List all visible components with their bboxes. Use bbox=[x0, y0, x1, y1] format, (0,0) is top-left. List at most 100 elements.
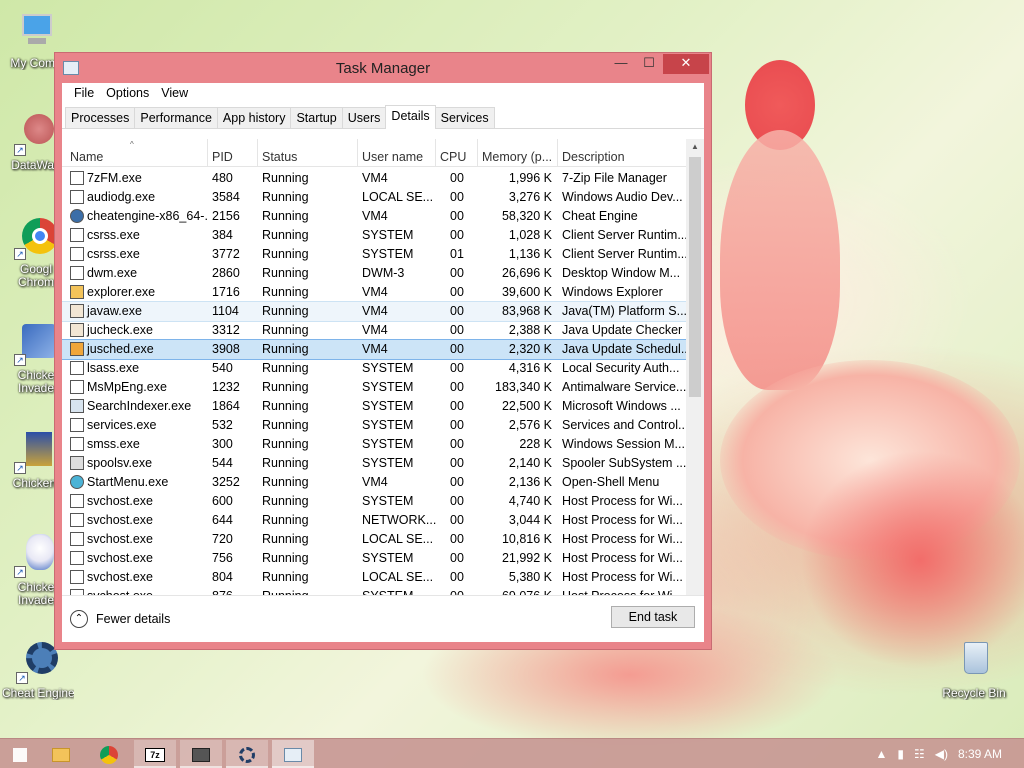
process-name: 7zFM.exe bbox=[87, 171, 142, 185]
close-button[interactable]: ✕ bbox=[663, 54, 709, 74]
cell-status: Running bbox=[262, 513, 309, 527]
table-row[interactable]: cheatengine-x86_64-... 2156 Running VM4 00 58… bbox=[62, 207, 686, 226]
task-manager-icon bbox=[284, 748, 302, 763]
scrollbar-thumb[interactable] bbox=[689, 157, 701, 397]
cell-user: SYSTEM bbox=[362, 418, 414, 432]
table-row[interactable]: svchost.exe 804 Running LOCAL SE... 00 5,380 … bbox=[62, 568, 686, 587]
taskbar-file-explorer[interactable] bbox=[40, 740, 82, 768]
table-row[interactable]: svchost.exe 756 Running SYSTEM 00 21,992 K Hos… bbox=[62, 549, 686, 568]
column-header-name[interactable]: Name bbox=[66, 139, 208, 167]
cell-user: VM4 bbox=[362, 209, 388, 223]
column-header-pid[interactable]: PID bbox=[208, 139, 258, 167]
start-button[interactable] bbox=[2, 740, 38, 768]
taskbar-7zip[interactable]: 7z bbox=[134, 740, 176, 768]
table-row[interactable]: csrss.exe 3772 Running SYSTEM 01 1,136 K Clien… bbox=[62, 245, 686, 264]
cell-name: explorer.exe bbox=[66, 283, 208, 302]
tab-bar: Processes Performance App history Startu… bbox=[62, 105, 704, 129]
cell-pid: 300 bbox=[212, 437, 233, 451]
table-row[interactable]: dwm.exe 2860 Running DWM-3 00 26,696 K Desktop… bbox=[62, 264, 686, 283]
taskbar-task-manager[interactable] bbox=[272, 740, 314, 768]
table-row[interactable]: jusched.exe 3908 Running VM4 00 2,320 K Java U… bbox=[62, 339, 686, 360]
taskbar-chrome[interactable] bbox=[88, 740, 130, 768]
cell-status: Running bbox=[262, 285, 309, 299]
tab-users[interactable]: Users bbox=[341, 107, 387, 128]
cell-pid: 3908 bbox=[212, 342, 240, 356]
shortcut-arrow-icon: ↗ bbox=[14, 566, 26, 578]
cell-status: Running bbox=[262, 570, 309, 584]
menu-file[interactable]: File bbox=[68, 83, 100, 105]
title-bar[interactable]: Task Manager — ☐ ✕ bbox=[55, 53, 711, 83]
cell-name: svchost.exe bbox=[66, 549, 208, 568]
volume-icon[interactable]: ◀) bbox=[935, 747, 948, 761]
table-row[interactable]: SearchIndexer.exe 1864 Running SYSTEM 00 22,5… bbox=[62, 397, 686, 416]
table-row[interactable]: lsass.exe 540 Running SYSTEM 00 4,316 K Local … bbox=[62, 359, 686, 378]
cell-user: VM4 bbox=[362, 323, 388, 337]
process-icon bbox=[70, 551, 84, 565]
table-row[interactable]: audiodg.exe 3584 Running LOCAL SE... 00 3,276… bbox=[62, 188, 686, 207]
table-row[interactable]: spoolsv.exe 544 Running SYSTEM 00 2,140 K Spoo… bbox=[62, 454, 686, 473]
wallpaper-flower-petal bbox=[800, 450, 1024, 670]
table-row[interactable]: services.exe 532 Running SYSTEM 00 2,576 K Ser… bbox=[62, 416, 686, 435]
tab-performance[interactable]: Performance bbox=[134, 107, 218, 128]
table-row[interactable]: svchost.exe 600 Running SYSTEM 00 4,740 K Host… bbox=[62, 492, 686, 511]
menu-view[interactable]: View bbox=[155, 83, 194, 105]
clock[interactable]: 8:39 AM bbox=[958, 747, 1002, 761]
cell-desc: Java(TM) Platform S... bbox=[562, 304, 686, 318]
cell-name: svchost.exe bbox=[66, 511, 208, 530]
process-name: svchost.exe bbox=[87, 494, 154, 508]
footer-bar: ⌃ Fewer details End task bbox=[62, 595, 704, 642]
table-row[interactable]: StartMenu.exe 3252 Running VM4 00 2,136 K Open… bbox=[62, 473, 686, 492]
taskbar-cheat-engine[interactable] bbox=[226, 740, 268, 768]
cell-desc: Antimalware Service... bbox=[562, 380, 686, 394]
tab-app-history[interactable]: App history bbox=[216, 107, 292, 128]
cell-pid: 384 bbox=[212, 228, 233, 242]
cell-name: spoolsv.exe bbox=[66, 454, 208, 473]
table-row[interactable]: MsMpEng.exe 1232 Running SYSTEM 00 183,340 K A… bbox=[62, 378, 686, 397]
show-hidden-icons-icon[interactable]: ▲ bbox=[875, 747, 887, 761]
desktop-icon-recycle-bin[interactable]: Recycle Bin bbox=[938, 640, 1010, 700]
cell-mem: 2,388 K bbox=[508, 323, 552, 337]
table-row[interactable]: jucheck.exe 3312 Running VM4 00 2,388 K Java U… bbox=[62, 321, 686, 340]
vertical-scrollbar[interactable]: ▲ ▼ bbox=[686, 139, 704, 627]
table-row[interactable]: 7zFM.exe 480 Running VM4 00 1,996 K 7-Zip File… bbox=[62, 169, 686, 188]
fewer-details-button[interactable]: ⌃ Fewer details bbox=[70, 610, 170, 628]
minimize-button[interactable]: — bbox=[607, 54, 635, 74]
cell-mem: 183,340 K bbox=[495, 380, 552, 394]
process-icon bbox=[70, 380, 84, 394]
cell-cpu: 00 bbox=[450, 380, 464, 394]
cell-cpu: 00 bbox=[450, 342, 464, 356]
taskbar-java[interactable] bbox=[180, 740, 222, 768]
cell-mem: 2,140 K bbox=[508, 456, 552, 470]
menu-options[interactable]: Options bbox=[100, 83, 155, 105]
table-row[interactable]: svchost.exe 720 Running LOCAL SE... 00 10,816… bbox=[62, 530, 686, 549]
tab-startup[interactable]: Startup bbox=[290, 107, 343, 128]
column-header-memory[interactable]: Memory (p... bbox=[478, 139, 558, 167]
process-icon bbox=[70, 494, 84, 508]
table-row[interactable]: javaw.exe 1104 Running VM4 00 83,968 K Java(TM… bbox=[62, 301, 686, 322]
cell-cpu: 00 bbox=[450, 399, 464, 413]
cell-status: Running bbox=[262, 437, 309, 451]
shortcut-arrow-icon: ↗ bbox=[14, 462, 26, 474]
column-header-description[interactable]: Description bbox=[558, 139, 688, 167]
process-name: svchost.exe bbox=[87, 551, 154, 565]
table-row[interactable]: smss.exe 300 Running SYSTEM 00 228 K Windows S… bbox=[62, 435, 686, 454]
table-row[interactable]: svchost.exe 644 Running NETWORK... 00 3,044 K… bbox=[62, 511, 686, 530]
table-row[interactable]: csrss.exe 384 Running SYSTEM 00 1,028 K Client… bbox=[62, 226, 686, 245]
cell-name: csrss.exe bbox=[66, 245, 208, 264]
end-task-button[interactable]: End task bbox=[611, 606, 695, 628]
action-center-icon[interactable]: ▮ bbox=[897, 747, 904, 761]
tab-processes[interactable]: Processes bbox=[65, 107, 136, 128]
network-icon[interactable]: ☷ bbox=[914, 747, 925, 761]
maximize-button[interactable]: ☐ bbox=[635, 54, 663, 74]
column-header-user-name[interactable]: User name bbox=[358, 139, 436, 167]
cell-status: Running bbox=[262, 190, 309, 204]
table-row[interactable]: explorer.exe 1716 Running VM4 00 39,600 K Wind… bbox=[62, 283, 686, 302]
column-header-cpu[interactable]: CPU bbox=[436, 139, 478, 167]
cell-desc: Host Process for Wi... bbox=[562, 570, 683, 584]
tab-services[interactable]: Services bbox=[434, 107, 495, 128]
scroll-up-icon[interactable]: ▲ bbox=[686, 139, 704, 155]
cell-cpu: 00 bbox=[450, 228, 464, 242]
tab-details[interactable]: Details bbox=[385, 105, 436, 129]
column-header-status[interactable]: Status bbox=[258, 139, 358, 167]
folder-icon bbox=[70, 285, 84, 299]
